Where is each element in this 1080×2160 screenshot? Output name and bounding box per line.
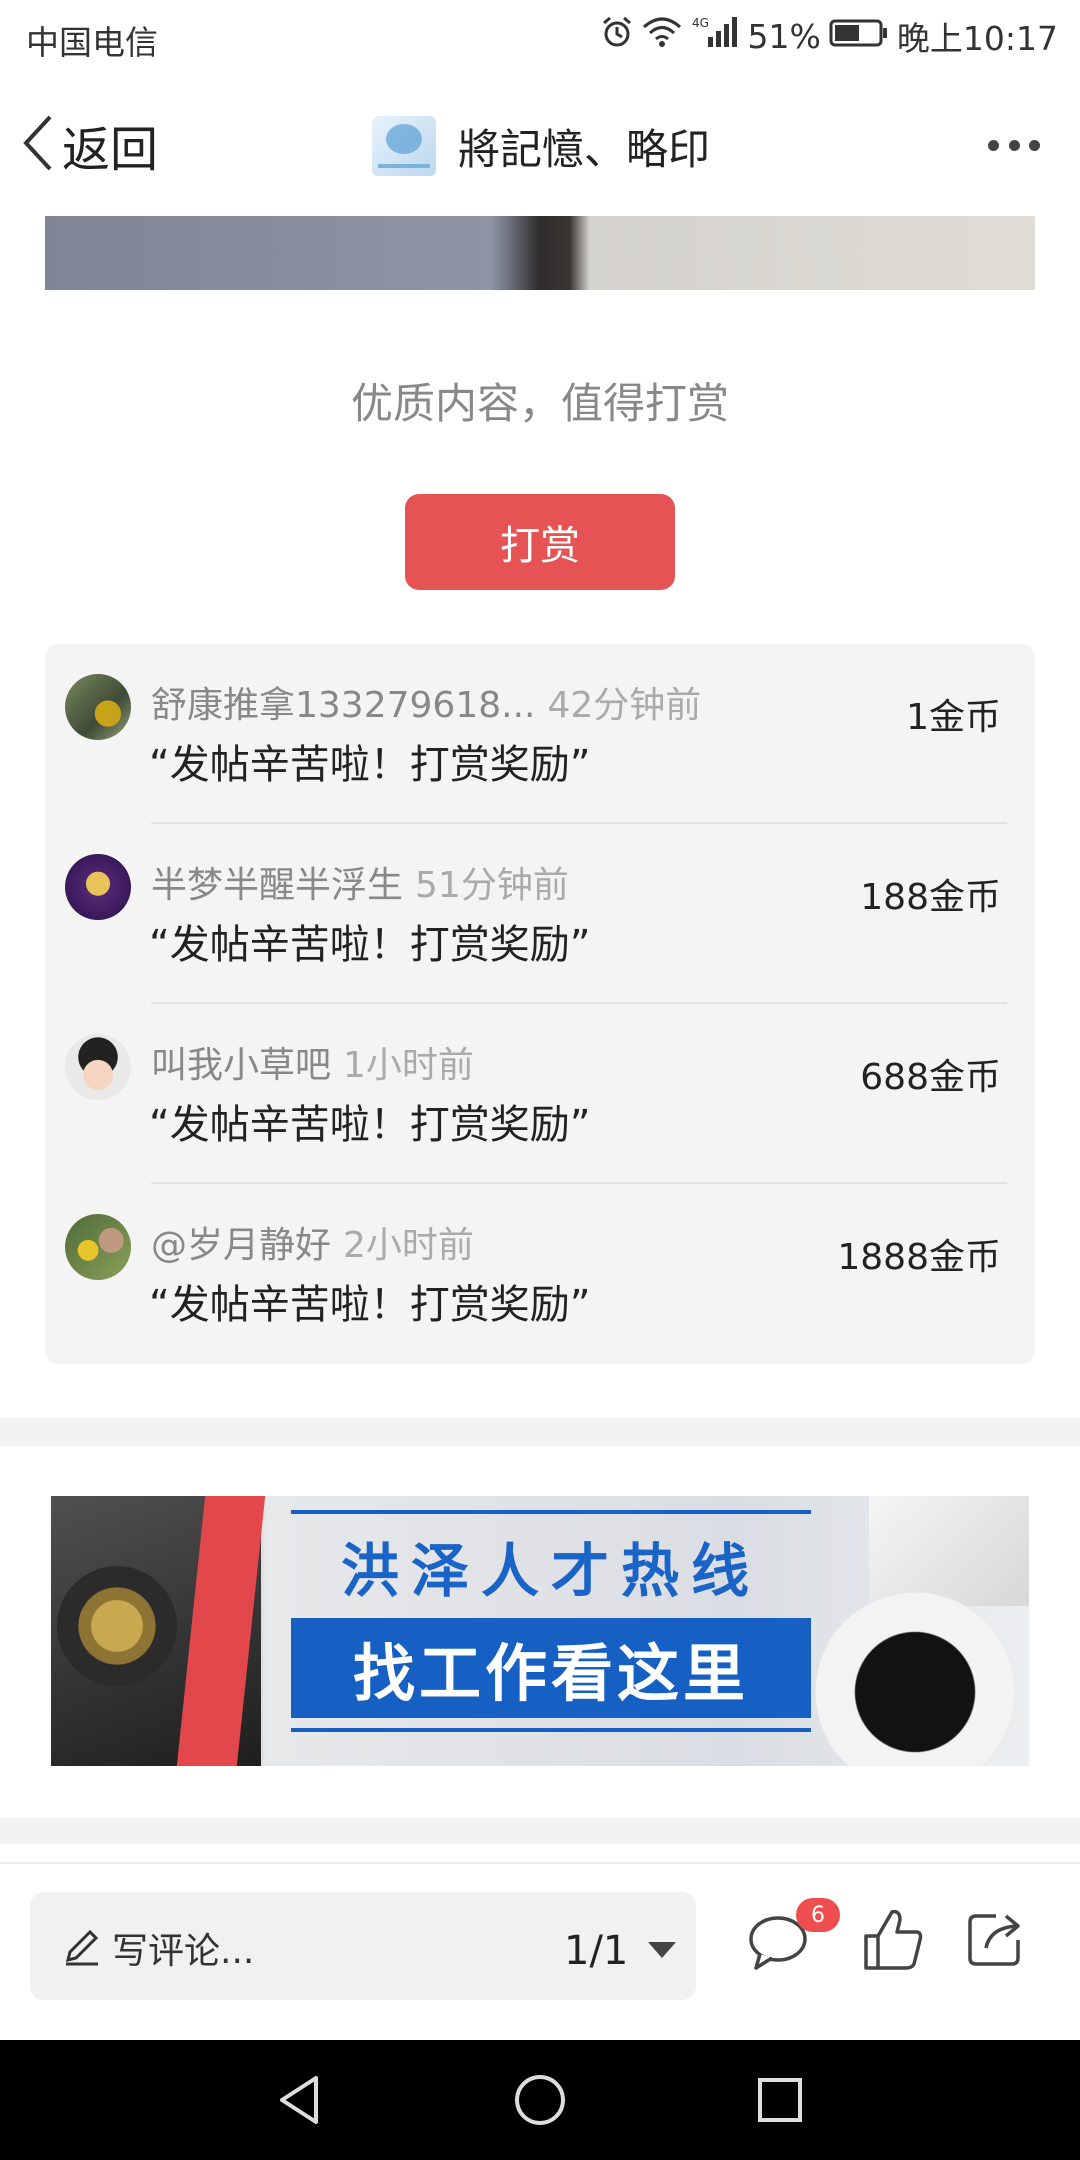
bottom-action-bar: 写评论... 1/1 6 <box>0 1862 1080 2040</box>
pen-icon <box>62 1926 102 1970</box>
reward-list-item[interactable]: @岁月静好 2小时前 “发帖辛苦啦！打赏奖励” 1888金币 <box>45 1184 1035 1364</box>
reward-amount: 688金币 <box>860 1057 1001 1098</box>
share-icon[interactable] <box>966 1910 1024 1968</box>
reward-message: “发帖辛苦啦！打赏奖励” <box>149 1102 591 1148</box>
chevron-left-icon <box>20 113 56 177</box>
battery-percent: 51% <box>747 16 821 56</box>
battery-icon <box>829 17 889 56</box>
wifi-icon <box>642 15 682 57</box>
reward-amount: 1888金币 <box>837 1237 1001 1278</box>
system-navigation-bar <box>0 2040 1080 2160</box>
avatar[interactable] <box>65 674 131 740</box>
home-circle-icon[interactable] <box>510 2070 570 2130</box>
forum-logo <box>372 116 436 176</box>
ad-subtitle: 找工作看这里 <box>291 1618 811 1718</box>
user-name[interactable]: 半梦半醒半浮生 <box>151 865 403 906</box>
reward-time: 51分钟前 <box>415 865 569 906</box>
incense-bowl-image <box>57 1566 177 1686</box>
status-bar: 中国电信 4G 51% 晚上10:17 <box>0 0 1080 72</box>
ad-title: 洪泽人才热线 <box>340 1537 761 1605</box>
article-image[interactable] <box>45 216 1035 290</box>
comment-count-badge: 6 <box>796 1898 840 1932</box>
carrier-label: 中国电信 <box>26 23 158 62</box>
reward-amount: 188金币 <box>860 877 1001 918</box>
reward-message: “发帖辛苦啦！打赏奖励” <box>149 742 591 788</box>
network-type: 4G <box>692 16 709 30</box>
user-name[interactable]: 叫我小草吧 <box>151 1045 331 1086</box>
more-options-icon[interactable] <box>988 130 1040 160</box>
avatar[interactable] <box>65 854 131 920</box>
signal-icon: 4G <box>690 15 740 57</box>
top-nav-bar: 返回 將記憶、略印 <box>0 72 1080 216</box>
reward-time: 42分钟前 <box>547 685 702 726</box>
page-title-group: 將記憶、略印 <box>372 116 710 176</box>
comment-placeholder: 写评论... <box>112 1931 255 1972</box>
user-name[interactable]: @岁月静好 <box>151 1225 331 1266</box>
recents-square-icon[interactable] <box>750 2070 810 2130</box>
reward-amount: 1金币 <box>906 697 1001 738</box>
page-indicator[interactable]: 1/1 <box>564 1928 628 1974</box>
reward-prompt: 优质内容，值得打赏 <box>350 379 729 428</box>
alarm-icon <box>600 15 634 57</box>
thumbs-up-icon[interactable] <box>862 1906 924 1972</box>
back-button[interactable]: 返回 <box>20 110 158 180</box>
back-label: 返回 <box>62 122 159 178</box>
back-triangle-icon[interactable] <box>270 2070 330 2130</box>
coffee-cup-image <box>815 1592 1015 1766</box>
ad-rule <box>291 1728 811 1732</box>
reward-list-item[interactable]: 舒康推拿133279618... 42分钟前 “发帖辛苦啦！打赏奖励” 1金币 <box>45 644 1035 824</box>
reward-time: 2小时前 <box>343 1225 474 1266</box>
section-divider <box>0 1818 1080 1844</box>
reward-message: “发帖辛苦啦！打赏奖励” <box>149 922 591 968</box>
section-divider <box>0 1418 1080 1446</box>
avatar[interactable] <box>65 1214 131 1280</box>
status-icons: 4G 51% 晚上10:17 <box>600 14 1058 58</box>
reward-list: 舒康推拿133279618... 42分钟前 “发帖辛苦啦！打赏奖励” 1金币 半… <box>45 644 1035 1364</box>
reward-list-item[interactable]: 半梦半醒半浮生 51分钟前 “发帖辛苦啦！打赏奖励” 188金币 <box>45 824 1035 1004</box>
avatar[interactable] <box>65 1034 131 1100</box>
ad-rule <box>291 1510 811 1514</box>
comment-input[interactable]: 写评论... 1/1 <box>30 1892 696 2000</box>
reward-list-item[interactable]: 叫我小草吧 1小时前 “发帖辛苦啦！打赏奖励” 688金币 <box>45 1004 1035 1184</box>
page-title: 將記憶、略印 <box>458 124 711 174</box>
dropdown-arrow-icon[interactable] <box>648 1942 676 1958</box>
ad-banner[interactable]: 洪泽人才热线 找工作看这里 <box>51 1496 1029 1766</box>
clock-time: 晚上10:17 <box>896 19 1058 58</box>
user-name[interactable]: 舒康推拿133279618... <box>151 685 535 726</box>
newspaper-image <box>869 1496 1029 1606</box>
reward-message: “发帖辛苦啦！打赏奖励” <box>149 1282 591 1328</box>
reward-button[interactable]: 打赏 <box>405 494 675 590</box>
reward-time: 1小时前 <box>343 1045 474 1086</box>
